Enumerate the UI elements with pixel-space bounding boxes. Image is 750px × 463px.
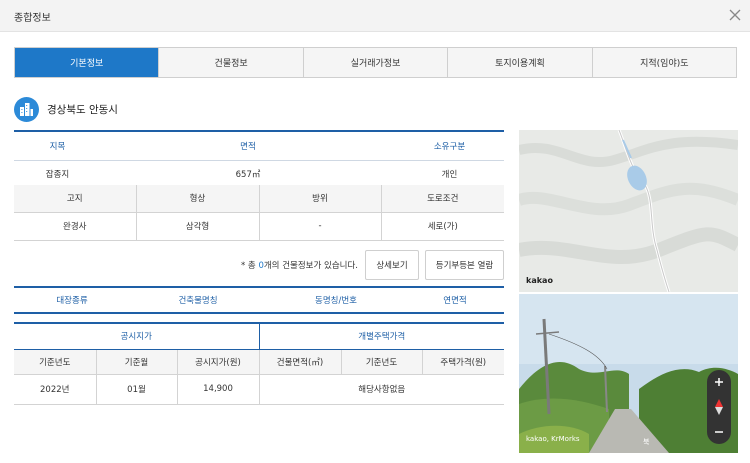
- header-ledger-type: 대장종류: [56, 296, 88, 306]
- terrain-header-row: 고지 형상 방위 도로조건: [14, 185, 504, 213]
- header-public-price: 공시지가(원): [177, 349, 260, 375]
- value-housing-none: 해당사항없음: [259, 374, 505, 405]
- roadview-credit: kakao, KrMorks: [526, 435, 580, 443]
- modal-header: 종합정보: [0, 0, 750, 32]
- value-public-price: 14,900: [177, 374, 260, 405]
- header-elevation: 고지: [14, 185, 137, 213]
- value-base-month: 01월: [96, 374, 178, 405]
- price-header-row: 기준년도 기준월 공시지가(원) 건물면적(㎡) 기준년도 주택가격(원): [14, 349, 505, 375]
- value-road-condition: 세로(가): [381, 212, 504, 241]
- detail-view-button[interactable]: 상세보기: [365, 250, 419, 280]
- header-dong-name: 동명칭/번호: [315, 296, 357, 306]
- registry-view-button[interactable]: 등기부등본 열람: [425, 250, 504, 280]
- group-housing-price: 개별주택가격: [259, 323, 505, 350]
- tab-land-use-plan[interactable]: 토지이용계획: [448, 48, 593, 77]
- header-jimok: 지목: [14, 131, 101, 161]
- header-base-month: 기준월: [96, 349, 178, 375]
- compass-button[interactable]: [707, 394, 731, 420]
- map-terrain-image: [519, 130, 738, 292]
- map-brand: kakao: [526, 276, 553, 285]
- header-building-area: 건물면적(㎡): [259, 349, 342, 375]
- value-area: 657㎡: [101, 160, 395, 188]
- plus-icon: [715, 378, 723, 386]
- value-base-year: 2022년: [14, 374, 97, 405]
- group-public-land-price: 공시지가: [14, 323, 260, 350]
- notice-prefix: * 총: [240, 261, 259, 271]
- modal-title: 종합정보: [14, 13, 51, 24]
- value-shape: 삼각형: [136, 212, 260, 241]
- tab-basic-info[interactable]: 기본정보: [15, 48, 160, 77]
- value-elevation: 완경사: [14, 212, 137, 241]
- header-housing-base-year: 기준년도: [341, 349, 423, 375]
- roadview-panel[interactable]: kakao, KrMorks 북: [519, 294, 738, 453]
- header-ownership: 소유구분: [395, 131, 504, 161]
- building-ledger-header-row: 대장종류 건축물명칭 동명칭/번호 연면적: [14, 287, 504, 313]
- header-base-year: 기준년도: [14, 349, 97, 375]
- header-area: 면적: [101, 131, 395, 161]
- header-direction: 방위: [259, 185, 382, 213]
- header-building-name: 건축물명칭: [178, 296, 218, 306]
- terrain-value-row: 완경사 삼각형 - 세로(가): [14, 212, 504, 241]
- tab-building-info[interactable]: 건물정보: [159, 48, 304, 77]
- price-value-row: 2022년 01월 14,900 해당사항없음: [14, 374, 505, 405]
- land-info-header-row: 지목 면적 소유구분: [14, 131, 504, 161]
- price-table: 공시지가 개별주택가격 기준년도 기준월 공시지가(원) 건물면적(㎡) 기준년…: [14, 322, 505, 405]
- zoom-in-button[interactable]: [707, 370, 731, 394]
- header-housing-price: 주택가격(원): [422, 349, 505, 375]
- north-indicator: 북: [643, 438, 650, 446]
- land-info-value-row: 잡종지 657㎡ 개인: [14, 160, 504, 188]
- value-jimok: 잡종지: [14, 160, 101, 188]
- notice-text: * 총 0개의 건물정보가 있습니다.: [241, 259, 358, 271]
- notice-suffix: 개의 건물정보가 있습니다.: [263, 261, 358, 271]
- compass-icon: [715, 399, 723, 415]
- location-heading: 경상북도 안동시: [14, 96, 118, 122]
- location-name: 경상북도 안동시: [47, 103, 118, 116]
- terrain-table: 고지 형상 방위 도로조건 완경사 삼각형 - 세로(가): [14, 185, 504, 241]
- building-ledger-table: 대장종류 건축물명칭 동명칭/번호 연면적: [14, 286, 504, 314]
- value-ownership: 개인: [395, 160, 504, 188]
- building-icon: [14, 96, 39, 122]
- tab-cadastral-map[interactable]: 지적(임야)도: [592, 48, 737, 77]
- header-shape: 형상: [136, 185, 260, 213]
- close-icon[interactable]: [726, 6, 744, 24]
- header-total-floor-area: 연면적: [443, 296, 467, 306]
- location-map[interactable]: kakao: [519, 130, 738, 292]
- tab-bar: 기본정보 건물정보 실거래가정보 토지이용계획 지적(임야)도: [14, 47, 737, 78]
- header-road-condition: 도로조건: [381, 185, 504, 213]
- value-direction: -: [259, 212, 382, 241]
- zoom-out-button[interactable]: [707, 420, 731, 444]
- price-group-row: 공시지가 개별주택가격: [14, 323, 505, 350]
- minus-icon: [715, 431, 723, 433]
- roadview-image: [519, 294, 738, 453]
- building-count-notice: * 총 0개의 건물정보가 있습니다. 상세보기 등기부등본 열람: [14, 250, 504, 280]
- tab-transaction-price[interactable]: 실거래가정보: [303, 48, 449, 77]
- land-info-table: 지목 면적 소유구분 잡종지 657㎡ 개인: [14, 130, 504, 188]
